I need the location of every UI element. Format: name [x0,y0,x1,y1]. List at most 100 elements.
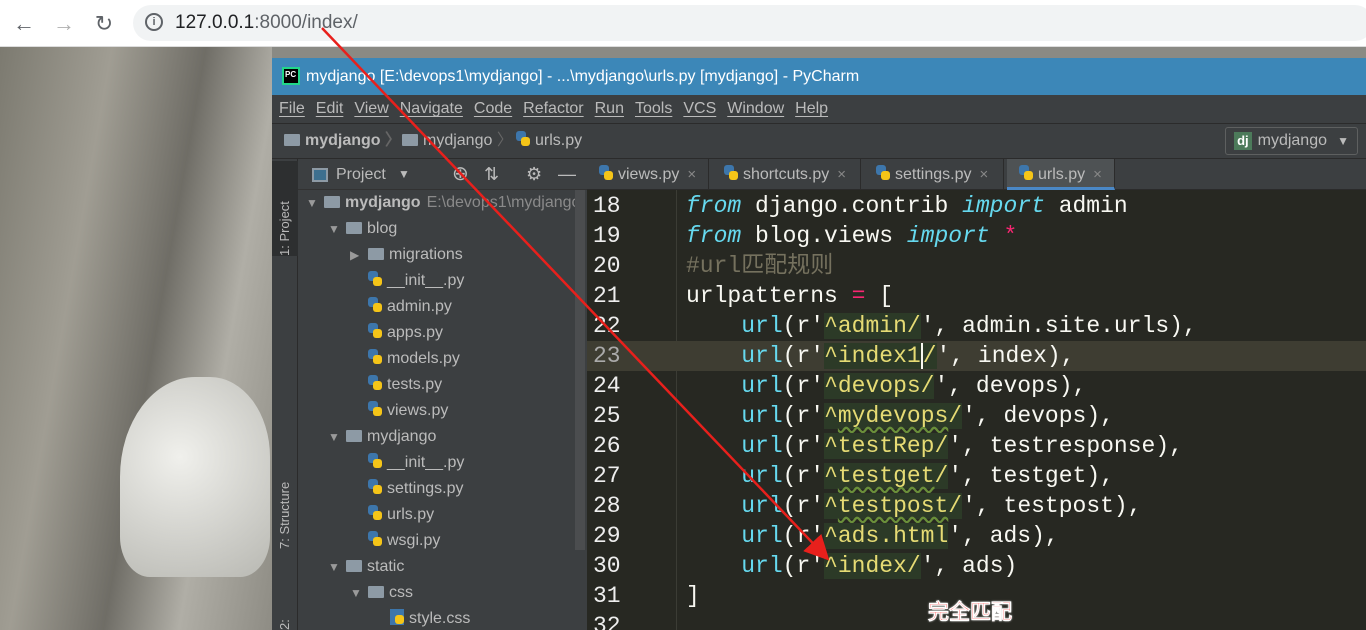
address-bar[interactable]: i 127.0.0.1:8000/index/ [133,5,1366,41]
close-icon[interactable]: × [979,166,988,183]
tree-item[interactable]: style.css [372,606,470,630]
python-file-icon [368,271,382,287]
collapse-all-icon[interactable]: ⇅ [484,159,499,190]
tree-item[interactable]: __init__.py [350,450,464,476]
info-icon[interactable]: i [145,13,163,31]
hide-icon[interactable]: — [558,159,576,190]
expand-arrow-icon[interactable]: ▼ [306,190,324,216]
tree-item[interactable]: apps.py [350,320,443,346]
menu-tools[interactable]: Tools [635,100,672,117]
python-file-icon [368,323,382,339]
back-button[interactable]: ← [10,10,38,38]
menu-code[interactable]: Code [474,100,512,117]
tab-shortcuts-py[interactable]: shortcuts.py × [712,159,861,190]
line-number: 31 [593,583,621,609]
code-line[interactable]: 20 #url匹配规则 [587,251,1366,281]
tree-item[interactable]: views.py [350,398,448,424]
tree-item[interactable]: ▼ static [328,554,404,580]
menu-refactor[interactable]: Refactor [523,100,583,117]
chevron-down-icon[interactable]: ▼ [398,159,410,190]
tree-item[interactable]: ▶ migrations [350,242,463,268]
tree-item[interactable]: wsgi.py [350,528,440,554]
code-line[interactable]: 29 url(r'^ads.html', ads), [587,521,1366,551]
menu-navigate[interactable]: Navigate [400,100,463,117]
line-number: 24 [593,373,621,399]
tree-item[interactable]: tests.py [350,372,442,398]
tree-item[interactable]: urls.py [350,502,434,528]
tab-settings-py[interactable]: settings.py × [864,159,1004,190]
tree-item[interactable]: ▼ mydjango E:\devops1\mydjango [306,190,580,216]
pycharm-logo-icon: PC [282,67,300,85]
menu-help[interactable]: Help [795,100,828,117]
close-icon[interactable]: × [837,166,846,183]
code-token: ', devops), [962,403,1114,429]
code-line[interactable]: 22 url(r'^admin/', admin.site.urls), [587,311,1366,341]
locate-icon[interactable]: ⊕ [452,159,469,190]
gear-icon[interactable]: ⚙ [526,159,542,190]
tree-item[interactable]: ▼ blog [328,216,397,242]
breadcrumb-file[interactable]: urls.py [516,124,582,158]
collapse-arrow-icon[interactable]: ▶ [350,242,368,268]
menu-vcs[interactable]: VCS [683,100,716,117]
side-tab-favorites[interactable]: 2: Favorites [272,574,298,630]
tree-item[interactable]: models.py [350,346,460,372]
tree-item-label: css [389,584,413,601]
code-line[interactable]: 19 from blog.views import * [587,221,1366,251]
line-number: 26 [593,433,621,459]
breadcrumb-label: urls.py [535,132,583,149]
tree-item-label: tests.py [387,376,443,393]
project-view-select[interactable]: Project [336,159,386,190]
code-line[interactable]: 23 url(r'^index1/', index), [587,341,1366,371]
tree-item[interactable]: ▼ css [350,580,413,606]
expand-arrow-icon[interactable]: ▼ [350,580,368,606]
code-line[interactable]: 21 urlpatterns = [ [587,281,1366,311]
code-editor[interactable]: 18 from django.contrib import admin 19 from… [587,190,1366,630]
menu-view[interactable]: View [354,100,388,117]
python-file-icon [368,401,382,417]
tree-item-label: static [367,558,405,575]
expand-arrow-icon[interactable]: ▼ [328,216,346,242]
expand-arrow-icon[interactable]: ▼ [328,554,346,580]
line-number: 22 [593,313,621,339]
side-tab-project[interactable]: 1: Project [272,161,298,256]
expand-arrow-icon[interactable]: ▼ [328,424,346,450]
code-line[interactable]: 25 url(r'^mydevops/', devops), [587,401,1366,431]
menu-window[interactable]: Window [727,100,784,117]
breadcrumb-package[interactable]: mydjango 〉 [402,124,513,158]
menu-edit[interactable]: Edit [316,100,344,117]
code-line[interactable]: 27 url(r'^testget/', testget), [587,461,1366,491]
code-token: ', testresponse), [948,433,1183,459]
code-line[interactable]: 24 url(r'^devops/', devops), [587,371,1366,401]
code-token-op: * [1003,223,1018,249]
run-config-select[interactable]: dj mydjango ▼ [1225,127,1358,155]
tab-views-py[interactable]: views.py × [587,159,709,190]
menu-file[interactable]: File [279,100,305,117]
tab-label: shortcuts.py [743,166,830,183]
close-icon[interactable]: × [687,166,696,183]
url-text[interactable]: 127.0.0.1:8000/index/ [175,12,358,34]
folder-icon [346,430,362,442]
code-token-str: mydevops [837,403,949,429]
reload-button[interactable]: ↻ [90,10,118,38]
code-token-kw: from [686,223,742,249]
tree-item[interactable]: admin.py [350,294,452,320]
tree-item[interactable]: settings.py [350,476,463,502]
tree-item-label: blog [367,220,398,237]
tree-item[interactable]: __init__.py [350,268,464,294]
code-line[interactable]: 28 url(r'^testpost/', testpost), [587,491,1366,521]
code-line[interactable]: 18 from django.contrib import admin [587,191,1366,221]
forward-button[interactable]: → [50,10,78,38]
menu-run[interactable]: Run [595,100,624,117]
folder-icon [346,222,362,234]
side-tab-structure[interactable]: 7: Structure [272,449,298,549]
code-line[interactable]: 30 url(r'^index/', ads) [587,551,1366,581]
tree-item[interactable]: ▼ mydjango [328,424,436,450]
tab-urls-py[interactable]: urls.py × [1007,159,1115,190]
close-icon[interactable]: × [1093,166,1102,183]
code-token-str: ^admin/ [824,313,921,339]
tree-scrollbar[interactable] [575,190,585,550]
breadcrumb-project[interactable]: mydjango 〉 [284,124,401,158]
window-title: mydjango [E:\devops1\mydjango] - ...\myd… [306,68,860,85]
tree-item-label: __init__.py [387,272,465,289]
code-line[interactable]: 26 url(r'^testRep/', testresponse), [587,431,1366,461]
